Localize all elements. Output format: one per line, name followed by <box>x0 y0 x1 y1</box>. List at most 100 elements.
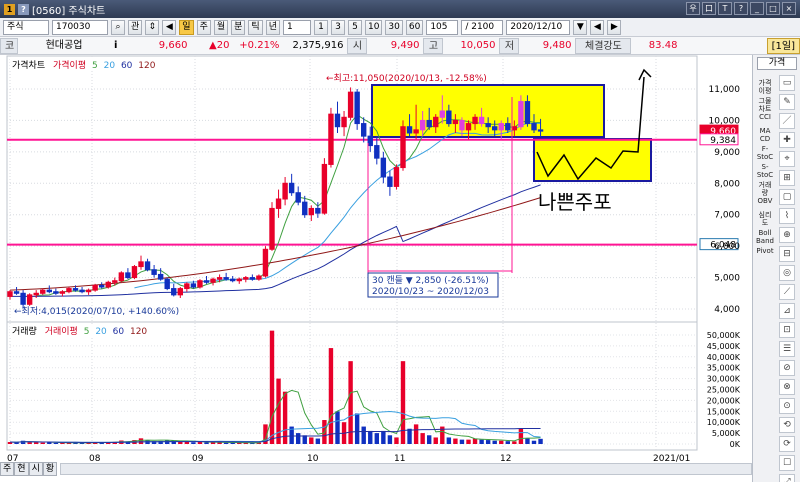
up-down-icon[interactable]: ⇕ <box>145 19 160 35</box>
candle-body <box>269 207 275 250</box>
chart-svg[interactable]: 9,6609,3846,048 11,00010,0009,0008,0007,… <box>0 55 752 482</box>
date-prev[interactable]: ◀ <box>590 19 605 35</box>
volume-bar <box>512 441 517 444</box>
indicator-7[interactable]: OBV <box>755 197 775 205</box>
drawing-tool-icon[interactable]: ◎ <box>779 265 795 281</box>
interval-1[interactable]: 1 <box>313 19 328 35</box>
indicator-5[interactable]: S- StoC <box>755 163 775 179</box>
window-btn-1[interactable]: 口 <box>702 2 716 15</box>
drawing-tool-icon[interactable]: ⌖ <box>779 151 795 167</box>
indicator-3[interactable]: MA CD <box>755 127 775 143</box>
date-dropdown[interactable]: ▼ <box>573 19 588 35</box>
drawing-tool-icon[interactable]: ✚ <box>779 132 795 148</box>
indicator-9[interactable]: Boll Band <box>755 229 775 245</box>
volume-bar <box>302 435 307 444</box>
candle-body <box>7 291 13 297</box>
prev-icon[interactable]: ◀ <box>162 19 177 35</box>
date-next[interactable]: ▶ <box>607 19 622 35</box>
volume-bar <box>499 440 504 444</box>
interval-5[interactable]: 5 <box>347 19 362 35</box>
period-tick[interactable]: 틱 <box>248 19 263 35</box>
price-tick-label: 9,000 <box>714 148 740 158</box>
candle-body <box>256 275 262 280</box>
period-minute[interactable]: 분 <box>231 19 246 35</box>
drawing-tool-icon[interactable]: ／ <box>779 113 795 129</box>
maximize-button[interactable]: □ <box>766 2 780 15</box>
period-badge[interactable]: [1일] <box>766 37 800 54</box>
info-icon[interactable]: i <box>110 38 121 54</box>
drawing-tool-icon[interactable]: ⊘ <box>779 360 795 376</box>
indicator-1[interactable]: 그물 차트 <box>755 97 775 113</box>
price-tick-label: 4,000 <box>714 305 740 315</box>
volume-bar <box>505 441 510 444</box>
indicator-2[interactable]: CCI <box>755 113 775 121</box>
drawing-tool-icon[interactable]: ⊞ <box>779 170 795 186</box>
code-input[interactable]: 170030 <box>52 19 108 35</box>
question-icon[interactable]: ? <box>18 3 29 15</box>
window-btn-3[interactable]: ? <box>734 2 748 15</box>
drawing-tool-icon[interactable]: ⊙ <box>779 398 795 414</box>
bottom-tab-0[interactable]: 주 <box>0 462 15 476</box>
volume-bar <box>413 424 419 444</box>
period-month[interactable]: 월 <box>213 19 229 35</box>
horizontal-scrollbar[interactable] <box>60 463 752 475</box>
date-input[interactable]: 2020/12/10 <box>506 19 571 35</box>
minute-select[interactable]: 1 <box>282 19 311 35</box>
indicator-6[interactable]: 거래 량 <box>755 181 775 197</box>
drawing-tool-icon[interactable]: ⟳ <box>779 436 795 452</box>
price-tick-label: 6,000 <box>714 242 740 252</box>
volume-ma-20: 20 <box>95 327 107 337</box>
indicator-10[interactable]: Pivot <box>755 247 775 255</box>
drawing-tool-icon[interactable]: ⟲ <box>779 417 795 433</box>
drawing-tool-icon[interactable]: ⟋ <box>779 284 795 300</box>
total-input[interactable]: / 2100 <box>461 19 504 35</box>
stock-name[interactable]: 현대공업 <box>18 38 110 54</box>
volume-bar <box>453 438 458 444</box>
interval-30[interactable]: 30 <box>385 19 403 35</box>
drawing-tool-icon[interactable]: ⊕ <box>779 227 795 243</box>
yellow-box-bottom <box>533 138 652 182</box>
gwan-button[interactable]: 관 <box>128 19 143 35</box>
drawing-tool-icon[interactable]: ⊗ <box>779 379 795 395</box>
market-select[interactable]: 주식 <box>3 19 49 35</box>
count-stepper[interactable]: 105 <box>426 19 459 35</box>
window-btn-2[interactable]: T <box>718 2 732 15</box>
period-week[interactable]: 주 <box>196 19 211 35</box>
candle-body <box>171 288 177 296</box>
volume-tick-label: 50,000K <box>707 331 741 340</box>
help-icon[interactable]: 1 <box>4 3 15 15</box>
candle-body <box>210 278 216 283</box>
bottom-tab-1[interactable]: 현 <box>14 462 29 476</box>
drawing-tool-icon[interactable]: ⊡ <box>779 322 795 338</box>
indicator-0[interactable]: 가격 이평 <box>755 79 775 95</box>
minimize-button[interactable]: _ <box>750 2 764 15</box>
search-icon[interactable]: ⌕ <box>111 19 125 35</box>
bottom-tab-3[interactable]: 황 <box>42 462 58 476</box>
drawing-tool-icon[interactable]: ▭ <box>779 75 795 91</box>
interval-60[interactable]: 60 <box>405 19 424 35</box>
indicator-8[interactable]: 심리 도 <box>755 211 775 227</box>
drawing-tool-icon[interactable]: ☐ <box>779 455 795 471</box>
volume-bar <box>40 442 45 444</box>
interval-10[interactable]: 10 <box>364 19 383 35</box>
drawing-tool-icon[interactable]: ☰ <box>779 341 795 357</box>
candle-body <box>59 291 66 294</box>
bottom-tab-2[interactable]: 시 <box>28 462 43 476</box>
drawing-tool-icon[interactable]: ⤢ <box>779 474 795 482</box>
drawing-tool-icon[interactable]: ⊿ <box>779 303 795 319</box>
window-btn-0[interactable]: 우 <box>686 2 700 15</box>
indicator-4[interactable]: F- StoC <box>755 145 775 161</box>
close-button[interactable]: × <box>782 2 796 15</box>
candle-body <box>177 288 184 296</box>
chart-area[interactable]: 9,660 9,384 6,048 11,000 10,000 9,000 8,000 7,… <box>0 55 752 482</box>
volume-bar <box>374 433 379 444</box>
candle-body <box>99 284 105 288</box>
drawing-tool-icon[interactable]: ✎ <box>779 94 795 110</box>
period-year[interactable]: 년 <box>265 19 280 35</box>
drawing-tool-icon[interactable]: ⌇ <box>779 208 795 224</box>
drawing-tool-icon[interactable]: ▢ <box>779 189 795 205</box>
interval-3[interactable]: 3 <box>330 19 345 35</box>
strip-top-label[interactable]: 가격 <box>757 57 797 70</box>
drawing-tool-icon[interactable]: ⊟ <box>779 246 795 262</box>
period-day[interactable]: 일 <box>179 19 194 35</box>
